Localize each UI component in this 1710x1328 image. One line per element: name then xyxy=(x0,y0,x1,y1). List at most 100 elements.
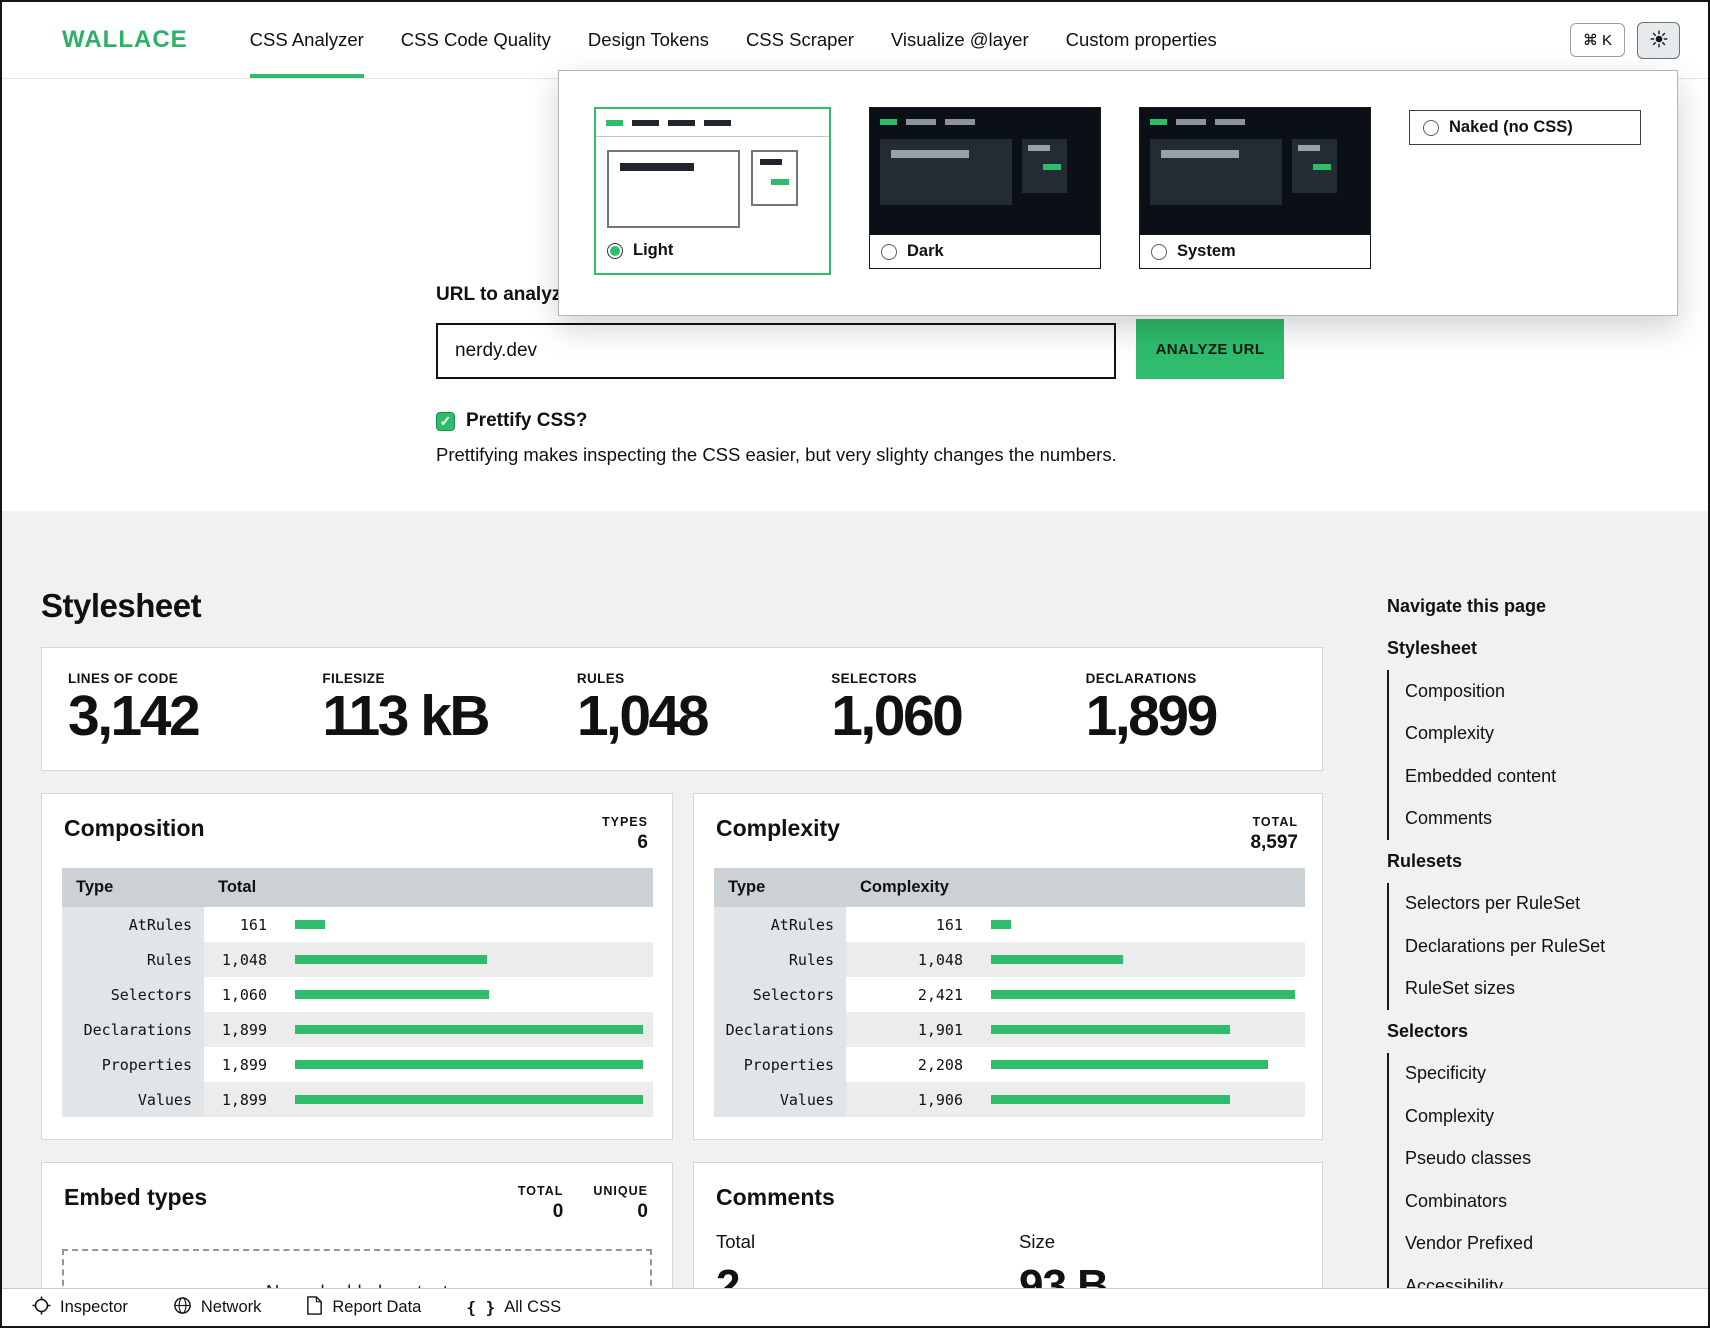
comments-title: Comments xyxy=(716,1184,835,1211)
complexity-meta: TOTAL 8,597 xyxy=(1250,815,1298,854)
page-nav-link-comments[interactable]: Comments xyxy=(1389,798,1667,841)
table-row: Rules 1,048 xyxy=(714,942,1305,977)
prettify-note: Prettifying makes inspecting the CSS eas… xyxy=(436,444,1284,466)
page-nav-title: Navigate this page xyxy=(1387,585,1667,628)
column-header-bar xyxy=(977,868,1305,907)
report-section: Stylesheet LINES OF CODE 3,142 FILESIZE … xyxy=(2,511,1708,1326)
page-nav-link-complexity[interactable]: Complexity xyxy=(1389,713,1667,756)
complexity-panel: Complexity TOTAL 8,597 Type Complexity A… xyxy=(693,793,1323,1140)
page-nav-link-selector-complexity[interactable]: Complexity xyxy=(1389,1095,1667,1138)
page-nav-section-rulesets[interactable]: Rulesets xyxy=(1387,840,1667,883)
nav-item-custom-properties[interactable]: Custom properties xyxy=(1066,2,1217,78)
network-tab[interactable]: Network xyxy=(173,1296,262,1320)
composition-bar xyxy=(295,990,489,999)
sun-icon xyxy=(1650,30,1668,51)
complexity-bar xyxy=(991,1060,1268,1069)
light-radio[interactable] xyxy=(607,243,623,259)
table-row: Declarations 1,901 xyxy=(714,1012,1305,1047)
complexity-bar xyxy=(991,1095,1230,1104)
page-nav-link-vendor-prefixed[interactable]: Vendor Prefixed xyxy=(1389,1223,1667,1266)
theme-toggle-button[interactable] xyxy=(1637,22,1680,59)
light-label: Light xyxy=(633,241,673,260)
inspector-icon xyxy=(32,1296,51,1320)
system-preview-body xyxy=(1140,135,1370,235)
composition-bar xyxy=(295,1060,643,1069)
page-nav-link-embedded-content[interactable]: Embedded content xyxy=(1389,755,1667,798)
url-input[interactable] xyxy=(436,323,1116,379)
composition-bar xyxy=(295,955,487,964)
table-row: Declarations 1,899 xyxy=(62,1012,653,1047)
stat-selectors: SELECTORS 1,060 xyxy=(809,648,1063,770)
all-css-tab[interactable]: { } All CSS xyxy=(466,1298,561,1317)
page-nav-link-composition[interactable]: Composition xyxy=(1389,670,1667,713)
network-icon xyxy=(173,1296,192,1320)
stat-lines-of-code: LINES OF CODE 3,142 xyxy=(46,648,300,770)
column-header-bar xyxy=(281,868,653,907)
column-header-type: Type xyxy=(714,868,846,907)
column-header-type: Type xyxy=(62,868,204,907)
dark-preview-body xyxy=(870,135,1100,235)
system-label: System xyxy=(1177,242,1236,261)
dark-radio[interactable] xyxy=(881,244,897,260)
page-nav-link-declarations-per-ruleset[interactable]: Declarations per RuleSet xyxy=(1389,925,1667,968)
inspector-tab[interactable]: Inspector xyxy=(32,1296,128,1320)
table-row: Rules 1,048 xyxy=(62,942,653,977)
main-nav: CSS Analyzer CSS Code Quality Design Tok… xyxy=(250,2,1217,78)
table-row: AtRules 161 xyxy=(62,907,653,942)
table-row: Values 1,906 xyxy=(714,1082,1305,1117)
theme-option-system[interactable]: System xyxy=(1139,107,1371,269)
report-data-icon xyxy=(306,1296,323,1320)
report-data-tab[interactable]: Report Data xyxy=(306,1296,421,1320)
system-preview-navbar xyxy=(1140,108,1370,135)
wallace-logo[interactable]: WALLACE xyxy=(62,26,188,54)
table-row: AtRules 161 xyxy=(714,907,1305,942)
nav-item-design-tokens[interactable]: Design Tokens xyxy=(588,2,709,78)
complexity-bar xyxy=(991,1025,1230,1034)
table-row: Selectors 1,060 xyxy=(62,977,653,1012)
page-nav-section-stylesheet[interactable]: Stylesheet xyxy=(1387,628,1667,671)
page-nav-section-selectors[interactable]: Selectors xyxy=(1387,1010,1667,1053)
table-row: Selectors 2,421 xyxy=(714,977,1305,1012)
nav-item-visualize-layer[interactable]: Visualize @layer xyxy=(891,2,1029,78)
stat-rules: RULES 1,048 xyxy=(555,648,809,770)
dark-label: Dark xyxy=(907,242,944,261)
page-nav-link-selectors-per-ruleset[interactable]: Selectors per RuleSet xyxy=(1389,883,1667,926)
nav-item-css-scraper[interactable]: CSS Scraper xyxy=(746,2,854,78)
composition-title: Composition xyxy=(64,815,205,842)
command-palette-button[interactable]: ⌘ K xyxy=(1570,23,1625,57)
theme-option-naked[interactable]: Naked (no CSS) xyxy=(1409,110,1641,145)
page-title: Stylesheet xyxy=(41,587,201,625)
page-nav-link-combinators[interactable]: Combinators xyxy=(1389,1180,1667,1223)
composition-panel: Composition TYPES 6 Type Total AtRules 1… xyxy=(41,793,673,1140)
prettify-checkbox[interactable] xyxy=(436,412,455,431)
nav-item-css-code-quality[interactable]: CSS Code Quality xyxy=(401,2,551,78)
top-navbar: WALLACE CSS Analyzer CSS Code Quality De… xyxy=(2,2,1708,79)
complexity-title: Complexity xyxy=(716,815,840,842)
table-row: Properties 1,899 xyxy=(62,1047,653,1082)
stat-declarations: DECLARATIONS 1,899 xyxy=(1064,648,1318,770)
page-nav-link-ruleset-sizes[interactable]: RuleSet sizes xyxy=(1389,968,1667,1011)
nav-item-css-analyzer[interactable]: CSS Analyzer xyxy=(250,2,364,78)
navbar-actions: ⌘ K xyxy=(1570,2,1680,78)
composition-bar xyxy=(295,920,325,929)
light-preview-navbar xyxy=(596,109,829,137)
prettify-label: Prettify CSS? xyxy=(466,410,587,432)
composition-table: Type Total AtRules 161 Rules 1,048 Selec… xyxy=(62,868,653,1117)
naked-label: Naked (no CSS) xyxy=(1449,118,1573,137)
complexity-bar xyxy=(991,990,1295,999)
bottom-toolbar: Inspector Network Report Data { } All CS… xyxy=(2,1288,1708,1326)
page-navigation: Navigate this page Stylesheet Compositio… xyxy=(1387,585,1667,1308)
stat-filesize: FILESIZE 113 kB xyxy=(300,648,554,770)
theme-option-dark[interactable]: Dark xyxy=(869,107,1101,269)
page-nav-link-specificity[interactable]: Specificity xyxy=(1389,1053,1667,1096)
embed-total-meta: TOTAL 0 xyxy=(518,1184,564,1223)
analyze-url-button[interactable]: ANALYZE URL xyxy=(1136,319,1284,379)
embed-unique-meta: UNIQUE 0 xyxy=(593,1184,648,1223)
page-nav-link-pseudo-classes[interactable]: Pseudo classes xyxy=(1389,1138,1667,1181)
light-preview-body xyxy=(596,137,829,234)
all-css-icon: { } xyxy=(466,1298,495,1317)
naked-radio[interactable] xyxy=(1423,120,1439,136)
system-radio[interactable] xyxy=(1151,244,1167,260)
theme-option-light[interactable]: Light xyxy=(594,107,831,275)
dark-preview-navbar xyxy=(870,108,1100,135)
